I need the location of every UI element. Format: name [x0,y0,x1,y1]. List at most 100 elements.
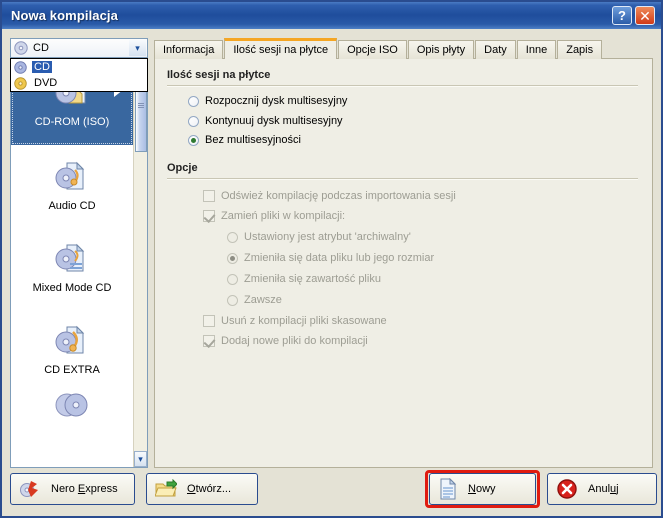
dropdown-option-dvd[interactable]: DVD [11,75,147,91]
checkbox-row-replace-files[interactable]: Zamień pliki w kompilacji: [203,210,652,222]
open-button[interactable]: Otwórz... [146,473,258,505]
radio-icon[interactable] [227,252,238,264]
nero-express-icon [20,481,38,497]
tab-inne[interactable]: Inne [516,40,557,59]
cd-disc-icon [14,41,28,55]
tab-opis-plyty[interactable]: Opis płyty [407,40,475,59]
tab-zapis[interactable]: Zapis [557,40,603,59]
section-divider [167,178,638,180]
radio-row-continue-multisession[interactable]: Kontynuuj dysk multisesyjny [188,115,652,127]
tab-label: Ilość sesji na płytce [233,44,329,56]
tab-panel-ilosc-sesji: Ilość sesji na płytce Rozpocznij dysk mu… [154,58,653,468]
tab-label: Informacja [163,44,215,56]
tab-strip: Informacja Ilość sesji na płytce Opcje I… [154,38,653,59]
cd-extra-icon [55,325,85,353]
dvd-disc-yellow-icon [14,76,27,90]
cd-disc-blue-icon [14,60,27,74]
list-scrollbar[interactable]: ▾ [133,59,147,467]
question-mark-icon: ? [618,8,626,23]
cancel-button[interactable]: Anuluj [547,473,657,505]
right-pane: Informacja Ilość sesji na płytce Opcje I… [154,38,653,468]
option-label: Rozpocznij dysk multisesyjny [205,95,348,107]
radio-row-content-changed[interactable]: Zmieniła się zawartość pliku [227,273,652,285]
cancel-label: Anuluj [588,483,619,495]
tab-daty[interactable]: Daty [475,40,516,59]
close-button[interactable]: ✕ [635,6,655,25]
option-label: Bez multisesyjności [205,134,301,146]
radio-row-always[interactable]: Zawsze [227,294,652,306]
open-folder-icon [155,479,177,497]
option-label: Zmieniła się data pliku lub jego rozmiar [244,252,435,264]
radio-icon[interactable] [188,95,199,107]
radio-icon[interactable] [227,273,238,285]
radio-icon[interactable] [227,294,238,306]
tab-label: Daty [484,44,507,56]
compilation-list-items: CD-ROM (ISO) Audio CD Mixed Mode CD CD E… [11,59,133,467]
media-type-value: CD [33,42,49,54]
audio-cd-icon [55,161,85,189]
radio-row-no-multisession[interactable]: Bez multisesyjności [188,134,652,146]
tab-label: Opcje ISO [347,44,398,56]
option-label: Ustawiony jest atrybut 'archiwalny' [244,231,411,243]
option-label: Kontynuuj dysk multisesyjny [205,115,343,127]
checkbox-icon[interactable] [203,190,215,202]
option-label: Zmieniła się zawartość pliku [244,273,381,285]
radio-icon[interactable] [227,231,238,243]
media-type-dropdown[interactable]: CD DVD [10,58,148,92]
checkbox-row-add-new-files[interactable]: Dodaj nowe pliki do kompilacji [203,335,652,347]
option-label: Zawsze [244,294,282,306]
list-item[interactable] [11,391,133,431]
radio-row-start-multisession[interactable]: Rozpocznij dysk multisesyjny [188,95,652,107]
checkbox-icon[interactable] [203,315,215,327]
new-label: Nowy [468,483,496,495]
session-section-title: Ilość sesji na płytce [167,69,271,81]
list-item[interactable]: Mixed Mode CD [11,227,133,309]
checkbox-icon[interactable] [203,210,215,222]
tab-label: Inne [525,44,548,56]
dropdown-option-label: DVD [34,77,58,89]
list-item-label: Mixed Mode CD [32,281,112,294]
scroll-down-button[interactable]: ▾ [134,451,147,467]
title-bar: Nowa kompilacja ? ✕ [2,2,661,29]
list-item[interactable]: CD EXTRA [11,309,133,391]
section-divider [167,85,638,87]
tab-informacja[interactable]: Informacja [154,40,224,59]
list-item-label: Audio CD [48,199,96,212]
new-button[interactable]: Nowy [429,473,536,505]
list-item-label: CD EXTRA [44,363,100,376]
help-button[interactable]: ? [612,6,632,25]
open-label: Otwórz... [187,483,232,495]
radio-icon[interactable] [188,115,199,127]
chevron-down-icon: ▾ [138,453,143,464]
list-item[interactable]: Audio CD [11,145,133,227]
media-type-combo[interactable]: CD ▾ [10,38,148,58]
radio-row-archive-attribute[interactable]: Ustawiony jest atrybut 'archiwalny' [227,231,652,243]
radio-icon[interactable] [188,134,199,146]
scrollbar-grip-icon [138,103,144,109]
dropdown-option-cd[interactable]: CD [11,59,147,75]
tab-opcje-iso[interactable]: Opcje ISO [338,40,407,59]
dialog-button-bar: Nero Express Otwórz... Nowy Anuluj [10,470,657,508]
copy-cd-icon [55,393,88,417]
checkbox-row-remove-deleted-files[interactable]: Usuń z kompilacji pliki skasowane [203,315,652,327]
nero-express-label: Nero Express [51,483,118,495]
list-item-label: CD-ROM (ISO) [34,115,110,128]
new-compilation-dialog: Nowa kompilacja ? ✕ CD-ROM (ISO) Audio C… [0,0,663,518]
close-icon: ✕ [639,7,651,24]
combo-chevron-down-icon[interactable]: ▾ [129,40,146,56]
dropdown-option-label: CD [32,61,52,73]
window-title: Nowa kompilacja [11,8,118,23]
options-section-title: Opcje [167,162,198,174]
window-controls: ? ✕ [612,6,655,25]
tab-ilosc-sesji[interactable]: Ilość sesji na płytce [224,38,338,59]
option-label: Usuń z kompilacji pliki skasowane [221,315,387,327]
compilation-list[interactable]: CD-ROM (ISO) Audio CD Mixed Mode CD CD E… [10,58,148,468]
mixed-mode-cd-icon [55,243,85,271]
radio-row-date-or-size-changed[interactable]: Zmieniła się data pliku lub jego rozmiar [227,252,652,264]
checkbox-row-refresh-compilation[interactable]: Odśwież kompilację podczas importowania … [203,190,652,202]
option-label: Zamień pliki w kompilacji: [221,210,346,222]
tab-label: Opis płyty [416,44,466,56]
nero-express-button[interactable]: Nero Express [10,473,135,505]
cancel-circle-icon [557,479,577,499]
checkbox-icon[interactable] [203,335,215,347]
